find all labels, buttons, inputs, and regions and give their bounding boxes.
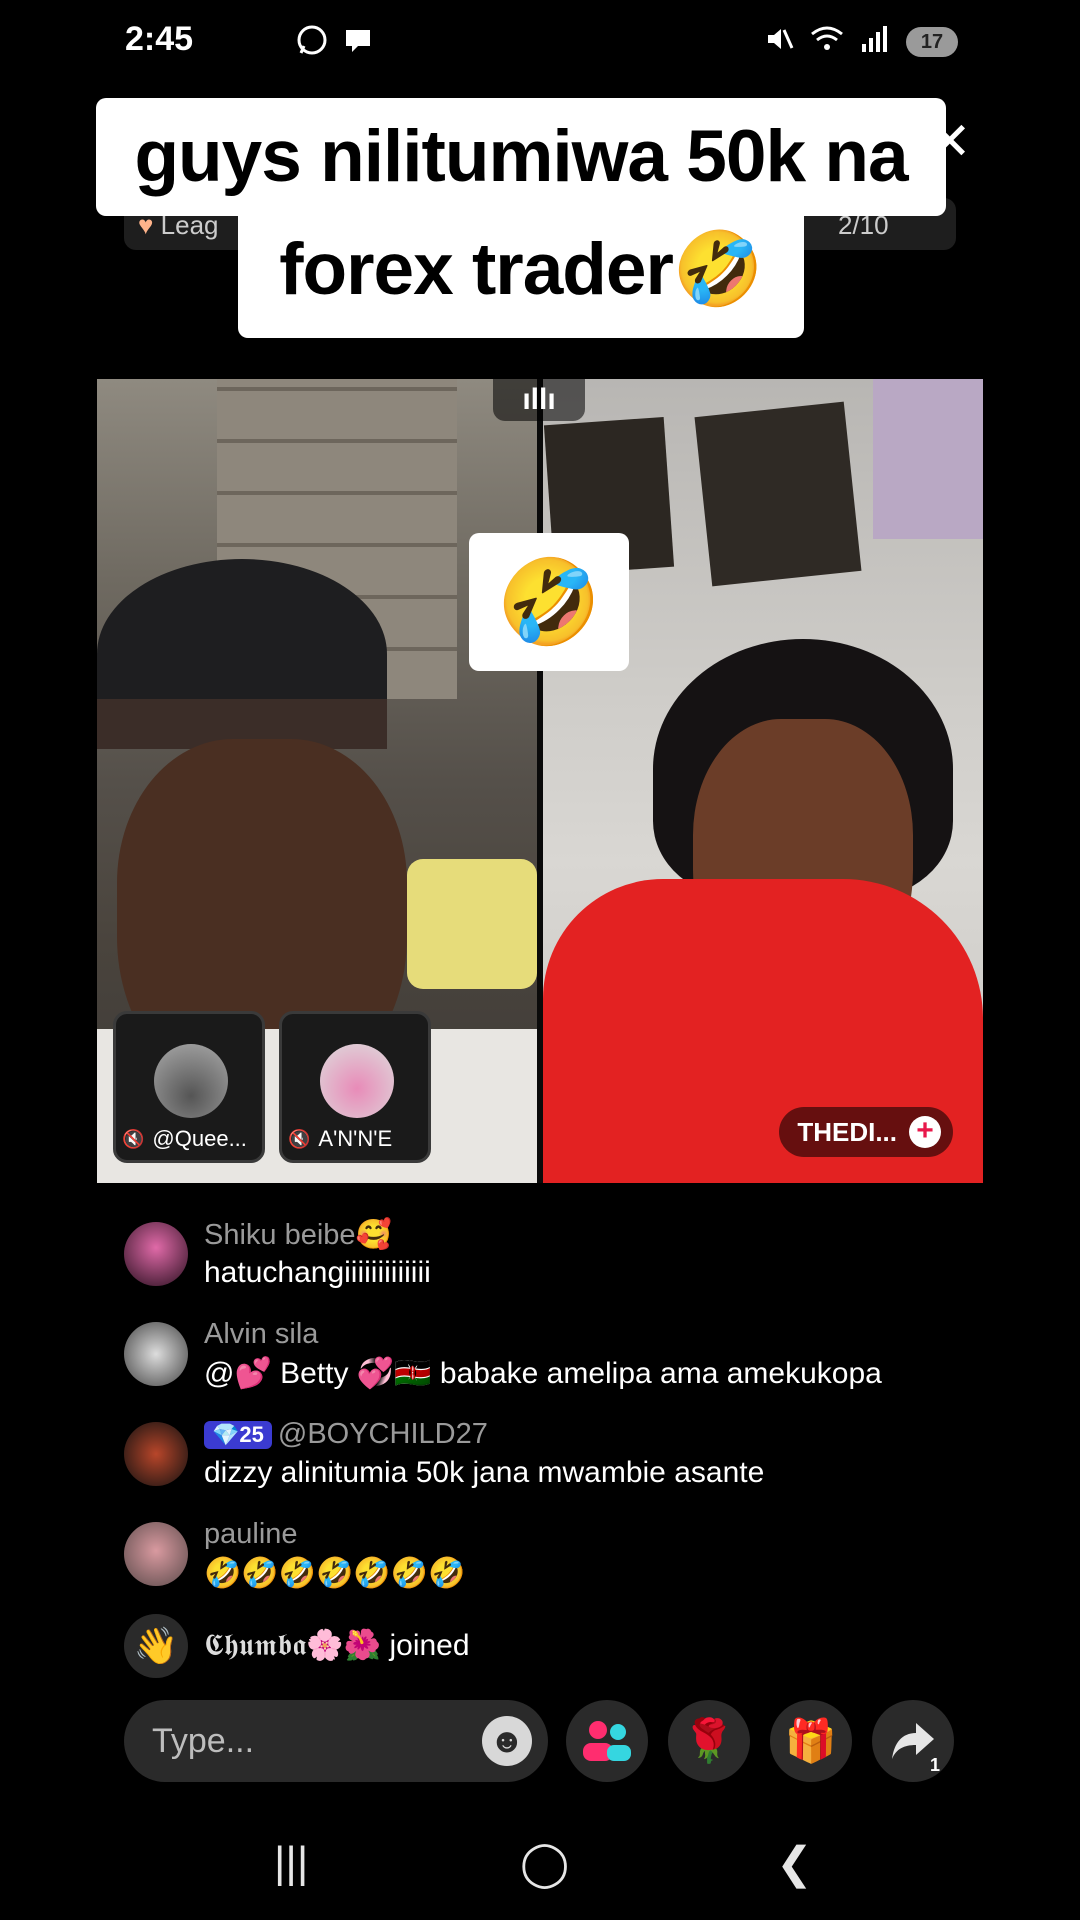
comment-text: hatuchangiiiiiiiiiiiii <box>204 1256 431 1289</box>
avatar <box>154 1044 228 1118</box>
comment-username[interactable]: pauline <box>204 1518 298 1551</box>
caption-line-2: forex trader🤣 <box>238 206 804 338</box>
avatar <box>124 1322 188 1386</box>
live-audio-indicator[interactable]: ıllı <box>493 379 585 421</box>
gift-icon: 🎁 <box>784 1717 838 1764</box>
status-bar: 2:45 17 <box>0 0 1080 82</box>
comment-placeholder: Type... <box>152 1722 255 1760</box>
rose-icon: 🌹 <box>682 1717 736 1764</box>
comment-username[interactable]: @BOYCHILD27 <box>278 1418 488 1451</box>
opponent-name-pill[interactable]: THEDI... + <box>779 1107 953 1157</box>
avatar <box>320 1044 394 1118</box>
comment-item[interactable]: Shiku beibe🥰 hatuchangiiiiiiiiiiiii <box>124 1214 984 1314</box>
home-icon[interactable]: ◯ <box>520 1838 569 1889</box>
multi-guest-button[interactable] <box>566 1700 648 1782</box>
status-time: 2:45 <box>125 20 194 58</box>
comment-item[interactable]: Alvin sila @💕 Betty 💞🇰🇪 babake amelipa a… <box>124 1314 984 1414</box>
whatsapp-icon <box>296 24 328 56</box>
comment-item[interactable]: pauline 🤣🤣🤣🤣🤣🤣🤣 <box>124 1514 984 1614</box>
chat-bubble-icon <box>342 24 374 56</box>
battery-indicator: 17 <box>906 26 958 57</box>
comment-text: @💕 Betty 💞🇰🇪 babake amelipa ama amekukop… <box>204 1357 882 1390</box>
comment-feed[interactable]: Shiku beibe🥰 hatuchangiiiiiiiiiiiii Alvi… <box>124 1214 984 1684</box>
comment-text: dizzy alinitumia 50k jana mwambie asante <box>204 1456 765 1489</box>
comment-item[interactable]: 💎25 @BOYCHILD27 dizzy alinitumia 50k jan… <box>124 1414 984 1514</box>
guest-tile[interactable]: 🔇 @Quee... <box>113 1011 265 1163</box>
wave-hand-icon: 👋 <box>124 1614 188 1678</box>
wall-poster <box>694 401 862 587</box>
avatar <box>124 1422 188 1486</box>
back-icon[interactable]: ❮ <box>776 1838 813 1889</box>
notification-icons <box>296 24 374 56</box>
opponent-video[interactable]: THEDI... + <box>543 379 983 1183</box>
share-count: 1 <box>929 1755 940 1775</box>
caption-line-1: guys nilitumiwa 50k na <box>96 98 946 216</box>
joined-username[interactable]: 𝕮𝖍𝖚𝖒𝖇𝖆🌸🌺 <box>204 1628 381 1663</box>
recents-icon[interactable]: ||| <box>274 1838 308 1888</box>
avatar <box>124 1222 188 1286</box>
live-battle-video[interactable]: 🔇 @Quee... 🔇 A'N'N'E THEDI... + ıllı 🤣 <box>97 379 983 1183</box>
muted-icon: 🔇 <box>288 1128 311 1149</box>
people-icon <box>583 1721 631 1761</box>
emoji-icon[interactable]: ☻ <box>482 1716 532 1766</box>
guest-name: A'N'N'E <box>318 1126 393 1151</box>
mute-icon <box>764 24 794 59</box>
comment-input[interactable]: Type... ☻ <box>124 1700 548 1782</box>
signal-icon <box>860 24 890 59</box>
guest-tile[interactable]: 🔇 A'N'N'E <box>279 1011 431 1163</box>
join-notification: 👋 𝕮𝖍𝖚𝖒𝖇𝖆🌸🌺 joined <box>124 1614 984 1684</box>
guest-name: @Quee... <box>152 1126 247 1151</box>
host-video[interactable]: 🔇 @Quee... 🔇 A'N'N'E <box>97 379 537 1183</box>
avatar <box>124 1522 188 1586</box>
rose-gift-button[interactable]: 🌹 <box>668 1700 750 1782</box>
muted-icon: 🔇 <box>122 1128 145 1149</box>
comment-username[interactable]: Alvin sila <box>204 1318 318 1351</box>
fan-level-badge: 💎25 <box>204 1420 272 1449</box>
follow-plus-icon[interactable]: + <box>909 1116 941 1148</box>
yellow-container <box>407 859 537 989</box>
wall-poster <box>873 379 983 539</box>
system-nav-bar: ||| ◯ ❮ <box>0 1820 1080 1920</box>
gift-button[interactable]: 🎁 <box>770 1700 852 1782</box>
comment-username[interactable]: Shiku beibe🥰 <box>204 1218 392 1252</box>
wifi-icon <box>810 24 844 59</box>
comment-text: 🤣🤣🤣🤣🤣🤣🤣 <box>204 1557 466 1590</box>
opponent-name: THEDI... <box>797 1116 897 1147</box>
bottom-action-bar: Type... ☻ 🌹 🎁 1 <box>124 1700 960 1782</box>
reaction-emoji: 🤣 <box>469 533 629 671</box>
share-button[interactable]: 1 <box>872 1700 954 1782</box>
joined-label: joined <box>389 1629 470 1662</box>
